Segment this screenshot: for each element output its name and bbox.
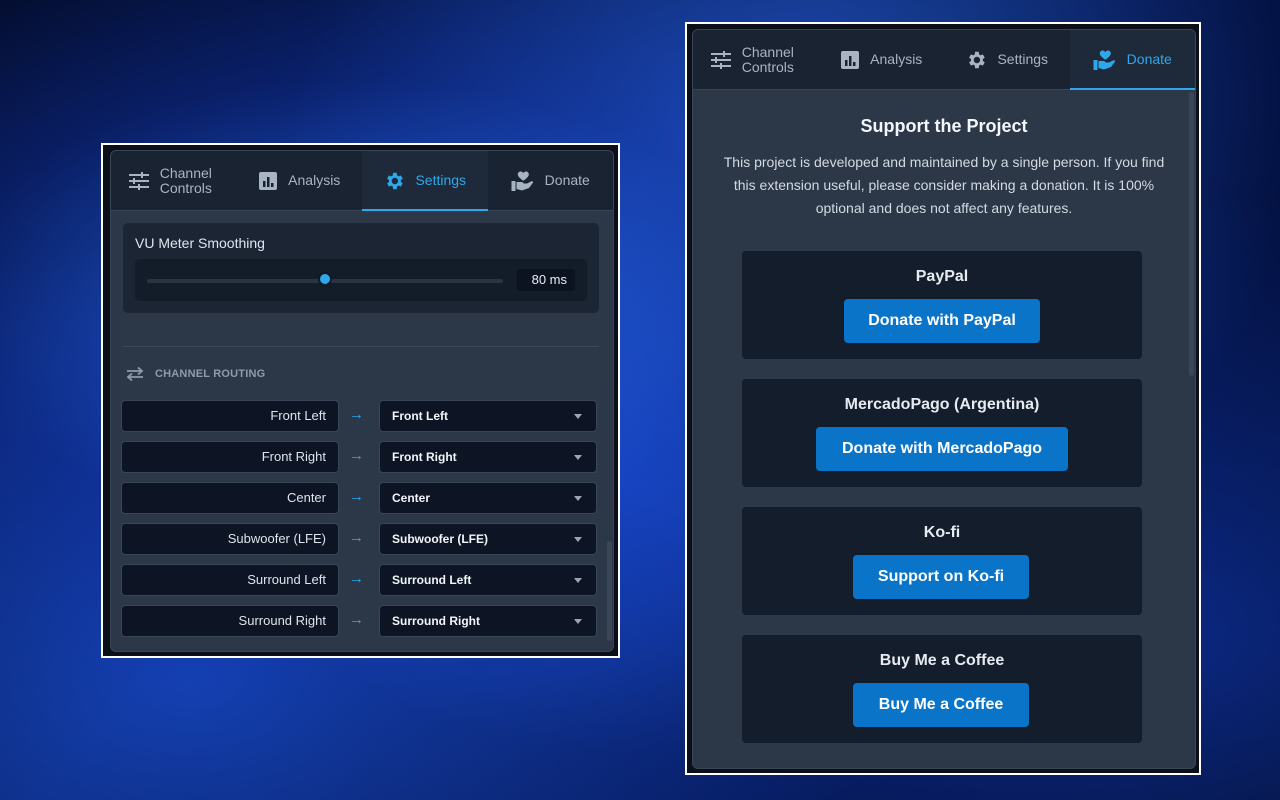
donation-card-paypal: PayPal Donate with PayPal (742, 251, 1142, 359)
dropdown-caret-icon (574, 414, 582, 419)
routing-target-select[interactable]: Front Left (379, 400, 597, 432)
dropdown-caret-icon (574, 578, 582, 583)
dropdown-caret-icon (574, 455, 582, 460)
routing-target-select[interactable]: Center (379, 482, 597, 514)
tab-analysis[interactable]: Analysis (237, 151, 363, 210)
routing-source: Surround Right (121, 605, 339, 637)
tab-settings[interactable]: Settings (944, 30, 1070, 89)
donate-screenshot-frame: Channel Controls Analysis Settings Donat… (685, 22, 1201, 775)
tab-analysis-label: Analysis (870, 51, 923, 67)
routing-source: Surround Left (121, 564, 339, 596)
routing-target-value: Center (392, 491, 431, 505)
gear-icon (969, 51, 986, 68)
support-description: This project is developed and maintained… (723, 154, 1165, 216)
sliders-icon (710, 50, 731, 69)
routing-row: Center → Center (121, 482, 597, 514)
tab-channel-controls-label: Channel Controls (741, 43, 794, 75)
sliders-icon (128, 171, 149, 190)
tab-donate[interactable]: Donate (1069, 30, 1195, 90)
routing-row: Front Right → Front Right (121, 441, 597, 473)
routing-source: Subwoofer (LFE) (121, 523, 339, 555)
vu-meter-slider-thumb[interactable] (318, 272, 332, 286)
gear-icon (387, 172, 404, 189)
routing-source: Center (121, 482, 339, 514)
tab-donate[interactable]: Donate (488, 151, 614, 210)
tab-bar: Channel Controls Analysis Settings Donat… (111, 151, 613, 211)
donation-card-kofi: Ko-fi Support on Ko-fi (742, 507, 1142, 615)
tab-settings[interactable]: Settings (362, 151, 488, 211)
donation-option-name: PayPal (915, 268, 969, 285)
settings-scrollbar[interactable] (607, 541, 612, 641)
vu-meter-card: VU Meter Smoothing 80 ms (123, 223, 599, 313)
swap-arrows-icon (126, 366, 144, 382)
donate-mercadopago-button[interactable]: Donate with MercadoPago (816, 427, 1068, 471)
donation-option-name: Buy Me a Coffee (879, 652, 1005, 669)
routing-source: Front Left (121, 400, 339, 432)
routing-arrow: → (349, 570, 364, 587)
routing-arrow: → (349, 447, 364, 464)
donate-hand-heart-icon (511, 171, 533, 191)
routing-target-select[interactable]: Surround Left (379, 564, 597, 596)
routing-target-value: Front Left (392, 409, 448, 423)
donate-scrollbar[interactable] (1189, 92, 1194, 376)
channel-routing-heading: CHANNEL ROUTING (125, 366, 265, 382)
routing-target-value: Front Right (392, 450, 457, 464)
buy-me-a-coffee-button[interactable]: Buy Me a Coffee (853, 683, 1029, 727)
tab-channel-controls[interactable]: Channel Controls (111, 151, 237, 210)
donation-option-name: Ko-fi (923, 524, 961, 541)
routing-target-value: Surround Left (392, 573, 472, 587)
dropdown-caret-icon (574, 619, 582, 624)
tab-donate-label: Donate (544, 172, 590, 188)
donate-paypal-button[interactable]: Donate with PayPal (844, 299, 1040, 343)
tab-settings-label: Settings (997, 51, 1049, 67)
bar-chart-icon (259, 171, 278, 190)
routing-target-select[interactable]: Subwoofer (LFE) (379, 523, 597, 555)
routing-row: Surround Right → Surround Right (121, 605, 597, 637)
donate-hand-heart-icon (1093, 50, 1115, 70)
tab-channel-controls-label: Channel Controls (159, 164, 212, 196)
support-kofi-button[interactable]: Support on Ko-fi (853, 555, 1029, 599)
vu-meter-label: VU Meter Smoothing (135, 235, 265, 251)
tab-bar: Channel Controls Analysis Settings Donat… (693, 30, 1195, 90)
routing-row: Front Left → Front Left (121, 400, 597, 432)
routing-target-value: Subwoofer (LFE) (392, 532, 488, 546)
donation-card-buymeacoffee: Buy Me a Coffee Buy Me a Coffee (742, 635, 1142, 743)
settings-panel: Channel Controls Analysis Settings Donat… (110, 150, 614, 652)
routing-arrow: → (349, 488, 364, 505)
routing-source: Front Right (121, 441, 339, 473)
tab-channel-controls[interactable]: Channel Controls (693, 30, 819, 89)
vu-meter-value[interactable]: 80 ms (517, 269, 575, 291)
vu-meter-slider-box: 80 ms (135, 259, 587, 301)
routing-arrow: → (349, 406, 364, 423)
routing-row: Subwoofer (LFE) → Subwoofer (LFE) (121, 523, 597, 555)
routing-target-value: Surround Right (392, 614, 480, 628)
routing-target-select[interactable]: Surround Right (379, 605, 597, 637)
routing-row: Surround Left → Surround Left (121, 564, 597, 596)
donate-panel: Channel Controls Analysis Settings Donat… (692, 29, 1196, 769)
donation-card-mercadopago: MercadoPago (Argentina) Donate with Merc… (742, 379, 1142, 487)
dropdown-caret-icon (574, 537, 582, 542)
section-divider (123, 346, 599, 347)
routing-arrow: → (349, 529, 364, 546)
tab-settings-label: Settings (415, 172, 467, 188)
settings-screenshot-frame: Channel Controls Analysis Settings Donat… (101, 143, 620, 658)
support-title: Support the Project (860, 116, 1028, 136)
tab-analysis[interactable]: Analysis (819, 30, 945, 89)
routing-arrow: → (349, 611, 364, 628)
channel-routing-title: CHANNEL ROUTING (155, 368, 266, 380)
donation-option-name: MercadoPago (Argentina) (844, 396, 1040, 413)
dropdown-caret-icon (574, 496, 582, 501)
routing-target-select[interactable]: Front Right (379, 441, 597, 473)
tab-analysis-label: Analysis (288, 172, 341, 188)
tab-donate-label: Donate (1126, 51, 1172, 67)
bar-chart-icon (841, 50, 860, 69)
